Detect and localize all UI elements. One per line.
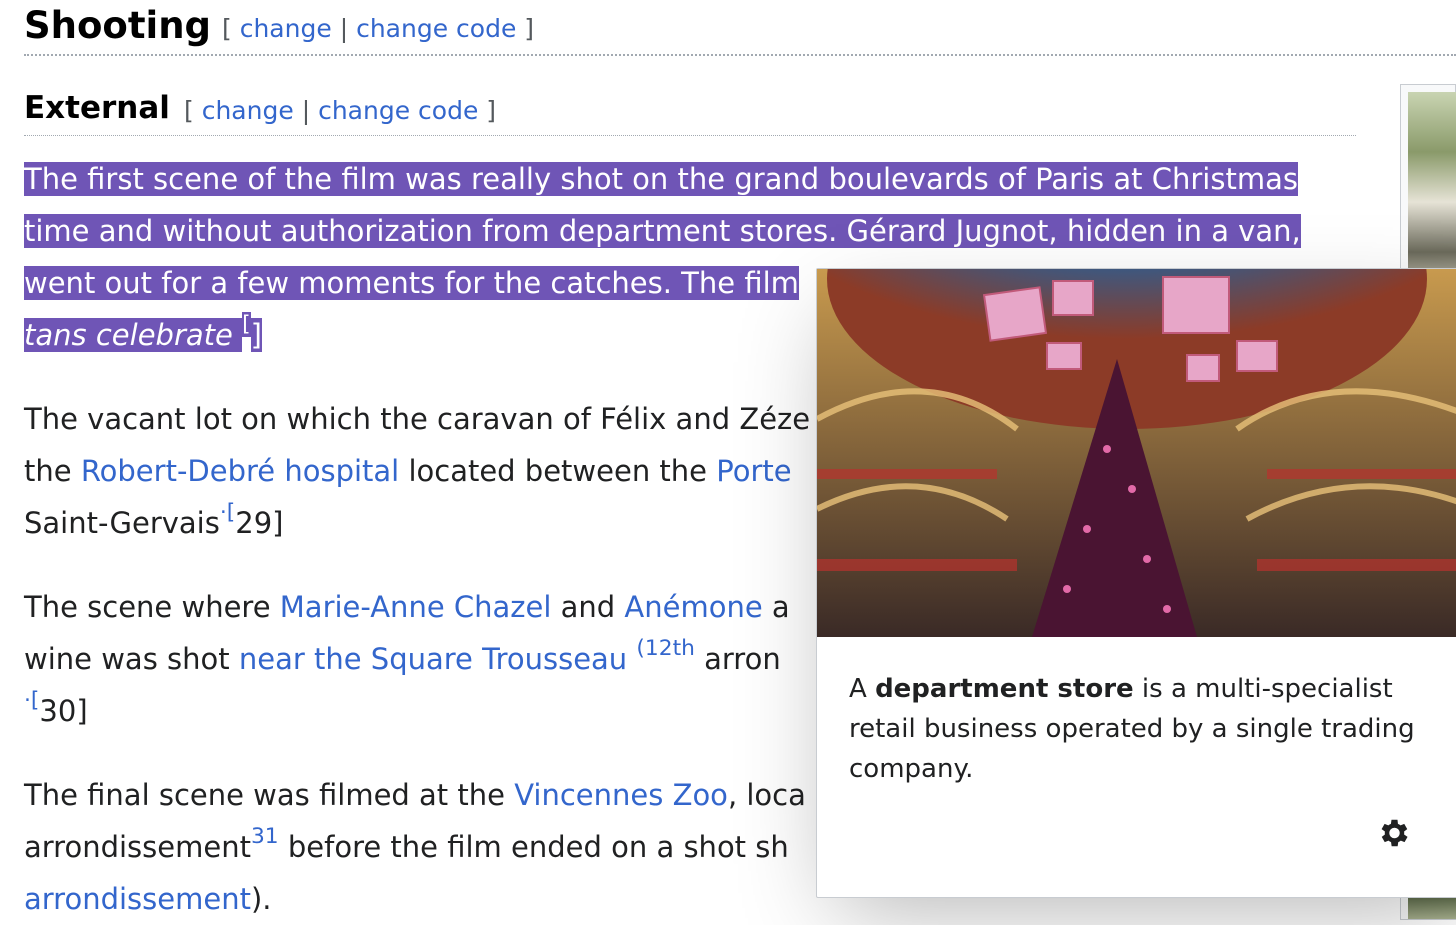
reference-bracket[interactable]: [: [242, 312, 251, 337]
section-title: Shooting: [24, 4, 212, 47]
preview-image[interactable]: [817, 269, 1456, 637]
subsection-edit-links: [ change | change code ]: [184, 96, 496, 125]
edit-bracket-open: [: [184, 96, 194, 125]
subsection-change-code-link[interactable]: change code: [318, 96, 478, 125]
paragraph-text: Saint-Gervais: [24, 506, 220, 540]
reference-bracket-close: ]: [250, 318, 262, 352]
section-change-link[interactable]: change: [240, 14, 332, 43]
paragraph-text: before the film ended on a shot sh: [278, 830, 789, 864]
gear-icon[interactable]: [1375, 815, 1411, 851]
reference-number: 30: [39, 694, 77, 728]
selected-text-line: went out for a few moments for the catch…: [24, 266, 799, 300]
section-heading-shooting: Shooting [ change | change code ]: [24, 0, 1456, 56]
edit-bracket-close: ]: [524, 14, 535, 43]
edit-separator: |: [301, 96, 311, 125]
paragraph-text: located between the: [399, 454, 717, 488]
edit-bracket-open: [: [222, 14, 232, 43]
paragraph-text: The vacant lot on which the caravan of F…: [24, 402, 811, 436]
paragraph-text: arrondissement: [24, 830, 251, 864]
section-edit-links: [ change | change code ]: [222, 14, 534, 43]
link-square-trousseau[interactable]: near the Square Trousseau: [239, 642, 627, 676]
subsection-title: External: [24, 90, 170, 126]
edit-bracket-close: ]: [486, 96, 497, 125]
subsection-change-link[interactable]: change: [202, 96, 294, 125]
extract-text: A: [849, 674, 876, 704]
reference-link-31[interactable]: 31: [251, 824, 279, 849]
paragraph-3: The scene where Marie-Anne Chazel and An…: [24, 581, 790, 737]
gear-icon-svg: [1381, 819, 1408, 847]
paragraph-text: and: [551, 590, 625, 624]
paragraph-text: the: [24, 454, 81, 488]
paragraph-4: The final scene was filmed at the Vincen…: [24, 769, 806, 925]
page-preview-popup[interactable]: A department store is a multi-specialist…: [816, 268, 1456, 898]
link-robert-debre-hospital[interactable]: Robert-Debré hospital: [81, 454, 399, 488]
subsection-heading-external: External [ change | change code ]: [24, 88, 1356, 136]
selected-italic-title: tans celebrate: [24, 318, 233, 352]
selected-text-line: The first scene of the film was really s…: [24, 162, 1298, 196]
reference-bracket-close: ]: [272, 506, 284, 540]
thumbnail-image-lower[interactable]: [1408, 897, 1456, 919]
link-vincennes-zoo[interactable]: Vincennes Zoo: [514, 778, 728, 812]
reference-bracket-close: ]: [76, 694, 88, 728]
paragraph-text: The final scene was filmed at the: [24, 778, 515, 812]
paragraph-text: a: [762, 590, 790, 624]
paragraph-text: wine was shot: [24, 642, 239, 676]
selected-text-line: time and without authorization from depa…: [24, 214, 1301, 248]
arrondissement-superscript-link[interactable]: (12th: [636, 636, 694, 661]
link-anemone[interactable]: Anémone: [624, 590, 762, 624]
link-marie-anne-chazel[interactable]: Marie-Anne Chazel: [280, 590, 552, 624]
thumbnail-image[interactable]: [1408, 92, 1456, 292]
link-arrondissement[interactable]: arrondissement: [24, 882, 251, 916]
reference-link[interactable]: ·[: [220, 500, 235, 525]
paragraph-text: The scene where: [24, 590, 280, 624]
extract-bold-term: department store: [875, 674, 1134, 704]
paragraph-text: , loca: [727, 778, 806, 812]
department-store-photo: [817, 269, 1456, 637]
link-porte[interactable]: Porte: [716, 454, 791, 488]
preview-extract[interactable]: A department store is a multi-specialist…: [849, 669, 1439, 789]
reference-link[interactable]: ·[: [24, 688, 39, 713]
popup-pointer: [854, 255, 882, 269]
edit-separator: |: [339, 14, 349, 43]
section-change-code-link[interactable]: change code: [356, 14, 516, 43]
paragraph-text: arron: [694, 642, 781, 676]
reference-number: 29: [235, 506, 273, 540]
paragraph-text: ).: [250, 882, 272, 916]
paragraph-2: The vacant lot on which the caravan of F…: [24, 393, 810, 549]
